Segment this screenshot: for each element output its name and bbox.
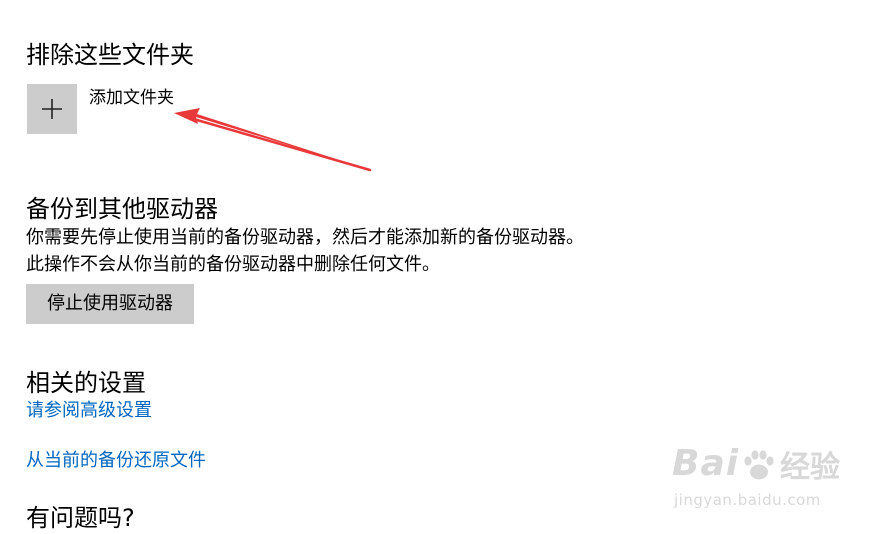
backup-other-drive-description: 你需要先停止使用当前的备份驱动器，然后才能添加新的备份驱动器。此操作不会从你当前… — [26, 227, 584, 275]
backup-other-drive-heading: 备份到其他驱动器 — [26, 195, 218, 223]
add-folder-label[interactable]: 添加文件夹 — [89, 86, 174, 110]
watermark-url: jingyan.baidu.com — [674, 491, 821, 509]
help-heading: 有问题吗? — [26, 504, 135, 532]
stop-using-drive-button[interactable]: 停止使用驱动器 — [26, 284, 194, 324]
restore-files-link[interactable]: 从当前的备份还原文件 — [26, 449, 206, 473]
related-settings-heading: 相关的设置 — [26, 369, 146, 397]
watermark-suffix: 经验 — [780, 450, 840, 485]
watermark-brand: Bai — [672, 443, 740, 484]
plus-icon — [42, 99, 62, 119]
paw-icon — [744, 450, 774, 480]
add-folder-button[interactable] — [27, 84, 77, 134]
exclude-folders-heading: 排除这些文件夹 — [26, 41, 194, 69]
advanced-settings-link[interactable]: 请参阅高级设置 — [26, 399, 152, 423]
baidu-jingyan-watermark: Bai 经验 jingyan.baidu.com — [672, 442, 842, 522]
